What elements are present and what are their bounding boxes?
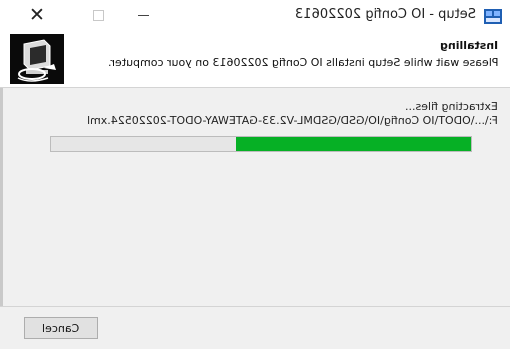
progress-bar [50,136,472,152]
close-button[interactable]: ✕ [14,0,60,31]
progress-bar-fill [235,137,471,151]
status-text: Extracting files... [405,100,498,113]
cancel-button-label: Cancel [42,321,80,335]
close-icon: ✕ [29,4,45,26]
wizard-body: Extracting files... F:\...\ODOT\IO Confi… [0,88,510,306]
minimize-button[interactable] [120,0,166,31]
window-title: Setup - IO Config 20220613 [294,7,476,22]
current-file-path: F:\...\ODOT\IO Config\IO\GSD\GSDML-V2.33… [87,114,498,127]
title-bar: ✕ Setup - IO Config 20220613 [0,0,510,31]
wizard-header: Installing Please wait while Setup insta… [0,31,510,88]
setup-window: ✕ Setup - IO Config 20220613 Installing … [0,0,510,349]
header-title: Installing [439,39,498,52]
minimize-icon [137,15,149,16]
wizard-footer: Cancel [0,306,510,349]
header-subtitle: Please wait while Setup installs IO Conf… [107,56,498,69]
maximize-icon [92,10,104,21]
installer-computer-icon [10,34,64,84]
setup-app-icon [484,9,502,24]
maximize-button[interactable] [75,0,121,31]
cancel-button[interactable]: Cancel [24,317,98,339]
